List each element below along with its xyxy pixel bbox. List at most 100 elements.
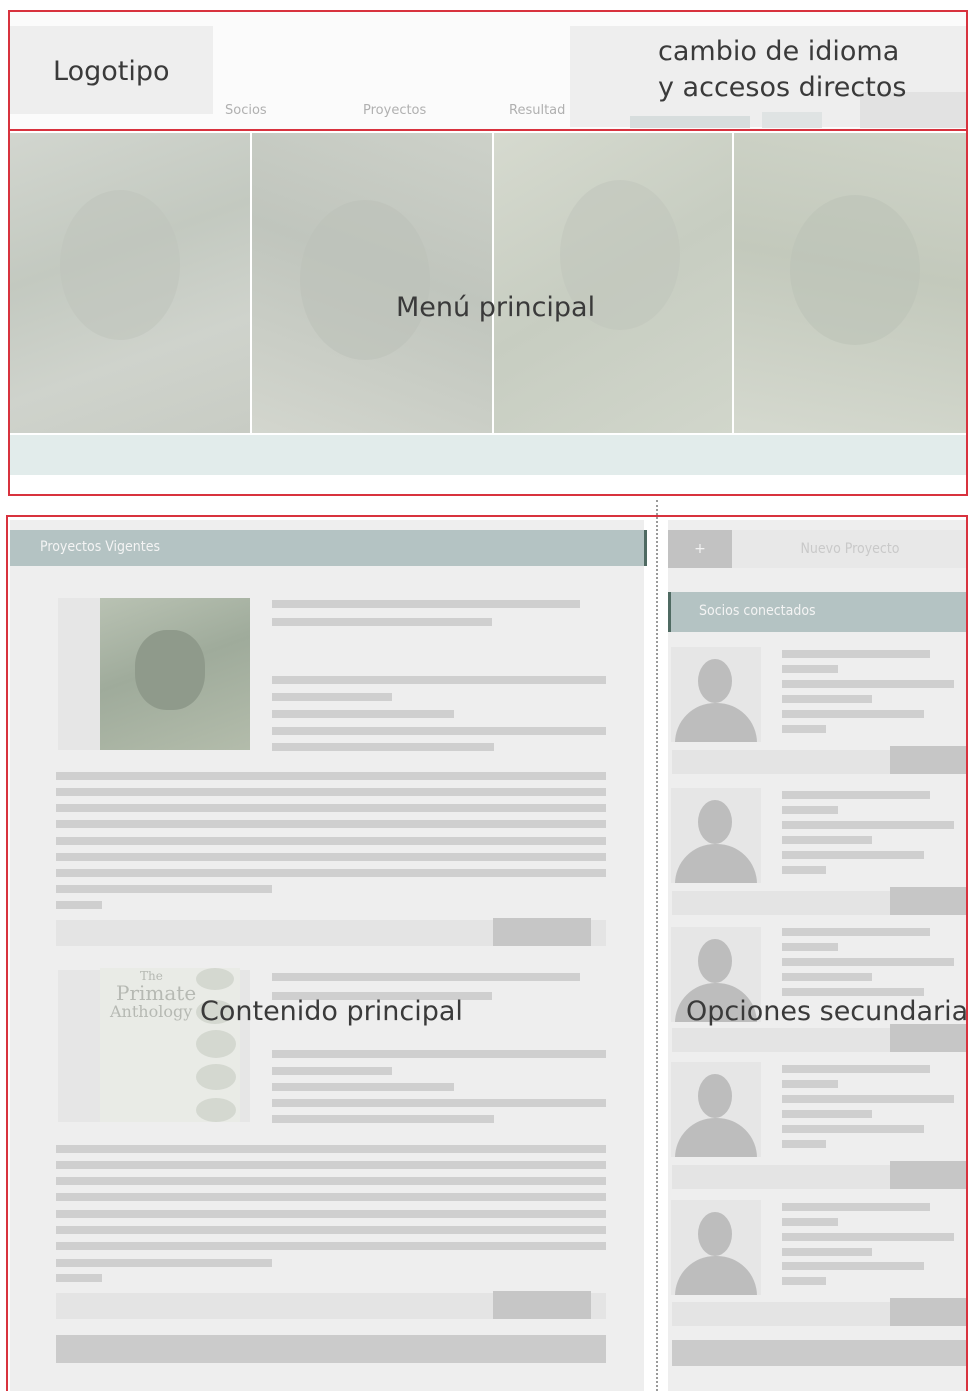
nav-item-resultados[interactable]: Resultad [509,103,565,118]
text-line [782,836,872,844]
load-more-partners-button[interactable] [672,1340,968,1366]
partner-action-button[interactable] [890,1298,968,1326]
text-line [782,928,930,936]
text-line [782,791,930,799]
text-line [56,1259,272,1267]
hero-photo-shade [790,195,920,345]
text-line [782,1095,954,1103]
text-line [56,804,606,812]
language-label-line2: y accesos directos [658,72,907,104]
text-line [56,820,606,828]
column-divider [656,500,658,1391]
language-label-line1: cambio de idioma [658,36,900,67]
logo-label: Logotipo [53,56,170,87]
partner-action-button[interactable] [890,1161,968,1189]
text-line [782,665,838,673]
partners-panel-title: Socios conectados [699,603,816,619]
partner-avatar-icon[interactable] [671,1062,761,1157]
text-line [782,680,954,688]
text-line [272,1067,392,1075]
partner-avatar-icon[interactable] [671,1200,761,1295]
project-more-button[interactable] [493,1291,591,1319]
text-line [782,943,838,951]
load-more-projects-button[interactable] [56,1335,606,1363]
text-line [56,772,606,780]
text-line [272,727,606,735]
text-line [782,1140,826,1148]
text-line [272,1099,606,1107]
text-line [782,1218,838,1226]
new-project-button[interactable]: Nuevo Proyecto [732,530,968,568]
book-title-line2: Primate [116,980,197,1005]
text-line [782,650,930,658]
book-cover-badge [196,968,234,990]
text-line [782,1277,826,1285]
text-line [782,710,924,718]
text-line [782,1110,872,1118]
nav-item-proyectos[interactable]: Proyectos [363,103,426,118]
text-line [272,1050,606,1058]
text-line [272,743,494,751]
text-line [782,958,954,966]
projects-panel-header: Proyectos Vigentes [10,530,647,566]
partner-action-button[interactable] [890,746,968,774]
text-line [56,853,606,861]
partner-action-button[interactable] [890,887,968,915]
text-line [56,1177,606,1185]
hero-caption-bar [10,435,968,475]
text-line [272,693,392,701]
text-line [56,901,102,909]
text-line [272,676,606,684]
shortcut-tab[interactable] [630,116,750,128]
book-cover-title: The Primate Anthology [110,970,200,1020]
text-line [272,600,580,608]
new-project-icon-button[interactable]: + [668,530,732,568]
partner-avatar-icon[interactable] [671,647,761,742]
nav-item-socios[interactable]: Socios [225,103,267,118]
text-line [272,1083,454,1091]
text-line [56,885,272,893]
text-line [56,788,606,796]
text-line [782,973,872,981]
text-line [782,806,838,814]
text-line [782,695,872,703]
text-line [56,1274,102,1282]
text-line [56,1193,606,1201]
text-line [272,618,492,626]
text-line [56,869,606,877]
text-line [782,1203,930,1211]
text-line [782,1248,872,1256]
main-menu-label: Menú principal [396,292,596,323]
text-line [782,1262,924,1270]
text-line [56,1161,606,1169]
text-line [782,866,826,874]
hero-photo-shade [300,200,430,360]
text-line [782,1080,838,1088]
text-line [56,1145,606,1153]
project-more-button[interactable] [493,918,591,946]
secondary-options-label: Opciones secundarias [686,996,968,1027]
hero-photo-shade [60,190,180,340]
text-line [782,1065,930,1073]
partners-panel-header: Socios conectados [668,592,968,632]
projects-panel-title: Proyectos Vigentes [40,539,161,555]
plus-icon: + [694,541,706,557]
text-line [782,851,924,859]
project-photo-subject [135,630,205,710]
text-line [56,1242,606,1250]
text-line [272,1115,494,1123]
book-cover-badge [196,1030,236,1058]
book-cover-badge [196,1098,236,1122]
text-line [272,973,580,981]
text-line [56,837,606,845]
text-line [782,821,954,829]
text-line [56,1226,606,1234]
main-content-label: Contenido principal [200,996,463,1027]
partner-avatar-icon[interactable] [671,788,761,883]
text-line [782,725,826,733]
text-line [272,710,454,718]
book-cover-badge [196,1064,236,1090]
shortcut-tab[interactable] [762,112,822,128]
language-shortcuts-label: cambio de idioma y accesos directos [658,34,906,107]
text-line [56,1210,606,1218]
